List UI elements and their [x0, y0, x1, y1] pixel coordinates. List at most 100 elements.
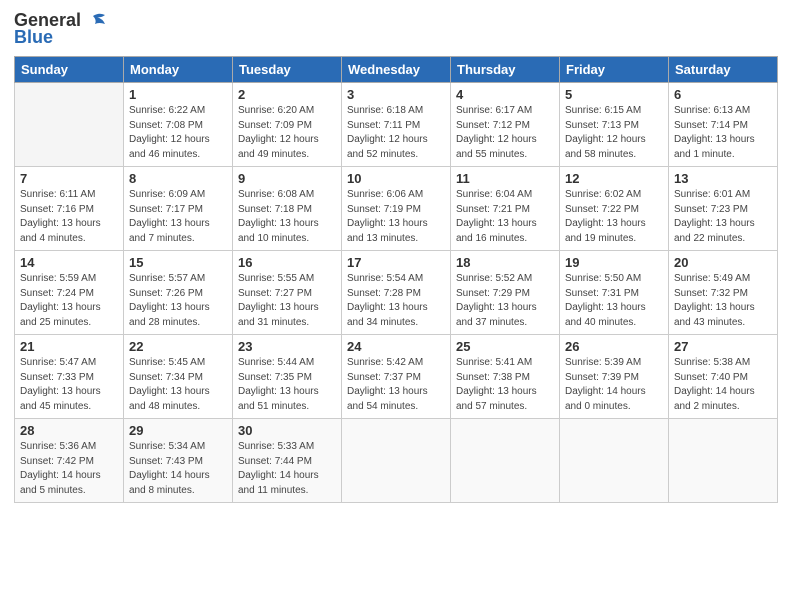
- calendar-cell: 1 Sunrise: 6:22 AM Sunset: 7:08 PM Daylig…: [124, 83, 233, 167]
- calendar-cell: 3 Sunrise: 6:18 AM Sunset: 7:11 PM Daylig…: [342, 83, 451, 167]
- day-info: Sunrise: 5:57 AM Sunset: 7:26 PM Dayligh…: [129, 272, 227, 330]
- calendar-cell: [15, 83, 124, 167]
- day-info: Sunrise: 5:47 AM Sunset: 7:33 PM Dayligh…: [20, 356, 118, 414]
- calendar-cell: 26Sunrise: 5:39 AM Sunset: 7:39 PM Dayli…: [560, 335, 669, 419]
- day-info: Sunrise: 6:08 AM Sunset: 7:18 PM Dayligh…: [238, 188, 336, 246]
- day-info: Sunrise: 6:01 AM Sunset: 7:23 PM Dayligh…: [674, 188, 772, 246]
- calendar-cell: 28 Sunrise: 5:36 AM Sunset: 7:42 PM Dayli…: [15, 419, 124, 503]
- calendar-cell: 10 Sunrise: 6:06 AM Sunset: 7:19 PM Dayli…: [342, 167, 451, 251]
- day-info: Sunrise: 5:38 AM Sunset: 7:40 PM Dayligh…: [674, 356, 772, 414]
- day-number: 18: [456, 255, 554, 270]
- day-info: Sunrise: 6:15 AM Sunset: 7:13 PM Dayligh…: [565, 104, 663, 162]
- day-number: 15: [129, 255, 227, 270]
- day-number: 2: [238, 87, 336, 102]
- day-info: Sunrise: 6:22 AM Sunset: 7:08 PM Dayligh…: [129, 104, 227, 162]
- day-number: 21: [20, 339, 118, 354]
- calendar-cell: 20 Sunrise: 5:49 AM Sunset: 7:32 PM Dayli…: [669, 251, 778, 335]
- day-info: Sunrise: 6:04 AM Sunset: 7:21 PM Dayligh…: [456, 188, 554, 246]
- calendar-cell: 6Sunrise: 6:13 AM Sunset: 7:14 PM Daylig…: [669, 83, 778, 167]
- calendar-cell: 22 Sunrise: 5:45 AM Sunset: 7:34 PM Dayli…: [124, 335, 233, 419]
- day-number: 23: [238, 339, 336, 354]
- day-number: 19: [565, 255, 663, 270]
- logo-blue-text: Blue: [14, 27, 53, 48]
- day-info: Sunrise: 6:18 AM Sunset: 7:11 PM Dayligh…: [347, 104, 445, 162]
- day-number: 1: [129, 87, 227, 102]
- day-info: Sunrise: 5:45 AM Sunset: 7:34 PM Dayligh…: [129, 356, 227, 414]
- page-container: General Blue SundayMondayTuesdayWednesda…: [0, 0, 792, 513]
- calendar-cell: [342, 419, 451, 503]
- calendar-week-1: 1 Sunrise: 6:22 AM Sunset: 7:08 PM Daylig…: [15, 83, 778, 167]
- calendar-cell: 30Sunrise: 5:33 AM Sunset: 7:44 PM Dayli…: [233, 419, 342, 503]
- day-info: Sunrise: 5:50 AM Sunset: 7:31 PM Dayligh…: [565, 272, 663, 330]
- day-info: Sunrise: 6:09 AM Sunset: 7:17 PM Dayligh…: [129, 188, 227, 246]
- header: General Blue: [14, 10, 778, 48]
- calendar-cell: 27 Sunrise: 5:38 AM Sunset: 7:40 PM Dayli…: [669, 335, 778, 419]
- calendar-cell: [669, 419, 778, 503]
- calendar-cell: 23 Sunrise: 5:44 AM Sunset: 7:35 PM Dayli…: [233, 335, 342, 419]
- day-info: Sunrise: 6:02 AM Sunset: 7:22 PM Dayligh…: [565, 188, 663, 246]
- calendar-week-4: 21 Sunrise: 5:47 AM Sunset: 7:33 PM Dayli…: [15, 335, 778, 419]
- weekday-header-tuesday: Tuesday: [233, 57, 342, 83]
- day-number: 9: [238, 171, 336, 186]
- day-number: 11: [456, 171, 554, 186]
- calendar-cell: 11 Sunrise: 6:04 AM Sunset: 7:21 PM Dayli…: [451, 167, 560, 251]
- day-info: Sunrise: 5:41 AM Sunset: 7:38 PM Dayligh…: [456, 356, 554, 414]
- day-info: Sunrise: 6:20 AM Sunset: 7:09 PM Dayligh…: [238, 104, 336, 162]
- day-number: 10: [347, 171, 445, 186]
- day-info: Sunrise: 5:42 AM Sunset: 7:37 PM Dayligh…: [347, 356, 445, 414]
- day-info: Sunrise: 5:59 AM Sunset: 7:24 PM Dayligh…: [20, 272, 118, 330]
- calendar-cell: 4 Sunrise: 6:17 AM Sunset: 7:12 PM Daylig…: [451, 83, 560, 167]
- day-info: Sunrise: 6:17 AM Sunset: 7:12 PM Dayligh…: [456, 104, 554, 162]
- calendar-cell: 17Sunrise: 5:54 AM Sunset: 7:28 PM Dayli…: [342, 251, 451, 335]
- day-info: Sunrise: 5:54 AM Sunset: 7:28 PM Dayligh…: [347, 272, 445, 330]
- day-number: 4: [456, 87, 554, 102]
- calendar-cell: 9 Sunrise: 6:08 AM Sunset: 7:18 PM Daylig…: [233, 167, 342, 251]
- calendar-cell: 25Sunrise: 5:41 AM Sunset: 7:38 PM Dayli…: [451, 335, 560, 419]
- day-number: 16: [238, 255, 336, 270]
- calendar-cell: 24Sunrise: 5:42 AM Sunset: 7:37 PM Dayli…: [342, 335, 451, 419]
- calendar-cell: 12 Sunrise: 6:02 AM Sunset: 7:22 PM Dayli…: [560, 167, 669, 251]
- day-number: 13: [674, 171, 772, 186]
- calendar-week-2: 7 Sunrise: 6:11 AM Sunset: 7:16 PM Daylig…: [15, 167, 778, 251]
- logo: General Blue: [14, 10, 107, 48]
- day-number: 27: [674, 339, 772, 354]
- calendar-cell: 19 Sunrise: 5:50 AM Sunset: 7:31 PM Dayli…: [560, 251, 669, 335]
- day-number: 5: [565, 87, 663, 102]
- day-number: 3: [347, 87, 445, 102]
- day-number: 6: [674, 87, 772, 102]
- day-number: 28: [20, 423, 118, 438]
- day-info: Sunrise: 6:11 AM Sunset: 7:16 PM Dayligh…: [20, 188, 118, 246]
- calendar-cell: [451, 419, 560, 503]
- calendar-cell: [560, 419, 669, 503]
- calendar-cell: 21 Sunrise: 5:47 AM Sunset: 7:33 PM Dayli…: [15, 335, 124, 419]
- day-info: Sunrise: 5:49 AM Sunset: 7:32 PM Dayligh…: [674, 272, 772, 330]
- day-info: Sunrise: 5:39 AM Sunset: 7:39 PM Dayligh…: [565, 356, 663, 414]
- calendar-cell: 15 Sunrise: 5:57 AM Sunset: 7:26 PM Dayli…: [124, 251, 233, 335]
- weekday-header-thursday: Thursday: [451, 57, 560, 83]
- day-number: 8: [129, 171, 227, 186]
- weekday-header-saturday: Saturday: [669, 57, 778, 83]
- calendar-cell: 29 Sunrise: 5:34 AM Sunset: 7:43 PM Dayli…: [124, 419, 233, 503]
- calendar-cell: 18 Sunrise: 5:52 AM Sunset: 7:29 PM Dayli…: [451, 251, 560, 335]
- calendar-header-row: SundayMondayTuesdayWednesdayThursdayFrid…: [15, 57, 778, 83]
- day-info: Sunrise: 5:52 AM Sunset: 7:29 PM Dayligh…: [456, 272, 554, 330]
- day-info: Sunrise: 5:36 AM Sunset: 7:42 PM Dayligh…: [20, 440, 118, 498]
- calendar-cell: 7 Sunrise: 6:11 AM Sunset: 7:16 PM Daylig…: [15, 167, 124, 251]
- day-number: 29: [129, 423, 227, 438]
- calendar-cell: 16 Sunrise: 5:55 AM Sunset: 7:27 PM Dayli…: [233, 251, 342, 335]
- day-number: 14: [20, 255, 118, 270]
- calendar-week-3: 14 Sunrise: 5:59 AM Sunset: 7:24 PM Dayli…: [15, 251, 778, 335]
- weekday-header-wednesday: Wednesday: [342, 57, 451, 83]
- day-number: 12: [565, 171, 663, 186]
- calendar-cell: 8 Sunrise: 6:09 AM Sunset: 7:17 PM Daylig…: [124, 167, 233, 251]
- day-info: Sunrise: 6:06 AM Sunset: 7:19 PM Dayligh…: [347, 188, 445, 246]
- weekday-header-monday: Monday: [124, 57, 233, 83]
- weekday-header-friday: Friday: [560, 57, 669, 83]
- day-number: 22: [129, 339, 227, 354]
- day-info: Sunrise: 5:44 AM Sunset: 7:35 PM Dayligh…: [238, 356, 336, 414]
- calendar-cell: 5 Sunrise: 6:15 AM Sunset: 7:13 PM Daylig…: [560, 83, 669, 167]
- day-info: Sunrise: 5:34 AM Sunset: 7:43 PM Dayligh…: [129, 440, 227, 498]
- day-number: 20: [674, 255, 772, 270]
- day-number: 7: [20, 171, 118, 186]
- day-info: Sunrise: 5:55 AM Sunset: 7:27 PM Dayligh…: [238, 272, 336, 330]
